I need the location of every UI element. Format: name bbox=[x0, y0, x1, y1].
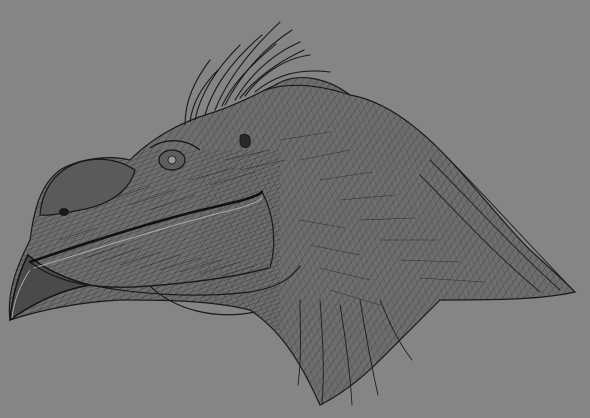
eye-icon bbox=[167, 155, 177, 165]
head-body bbox=[8, 77, 577, 406]
dinosaur-head-sketch bbox=[8, 21, 577, 406]
sketch-canvas bbox=[0, 0, 590, 418]
nostril-icon bbox=[59, 208, 69, 216]
